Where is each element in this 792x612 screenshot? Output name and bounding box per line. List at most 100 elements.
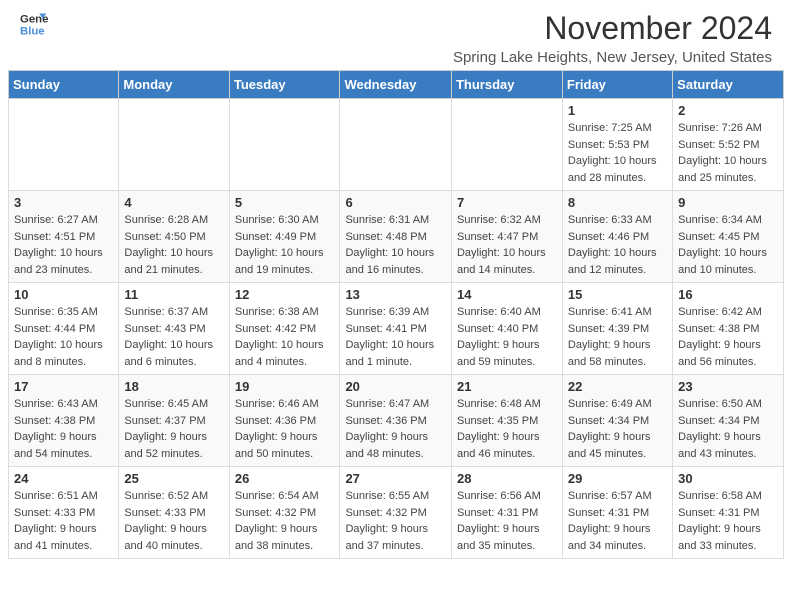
- day-info: Sunrise: 6:33 AM Sunset: 4:46 PM Dayligh…: [568, 212, 667, 278]
- day-info: Sunrise: 6:28 AM Sunset: 4:50 PM Dayligh…: [124, 212, 223, 278]
- column-header-friday: Friday: [562, 71, 672, 99]
- calendar-cell: 21Sunrise: 6:48 AM Sunset: 4:35 PM Dayli…: [451, 375, 562, 467]
- main-title: November 2024: [453, 10, 772, 47]
- day-info: Sunrise: 6:51 AM Sunset: 4:33 PM Dayligh…: [14, 488, 113, 554]
- logo: General Blue: [20, 10, 48, 38]
- calendar-cell: 2Sunrise: 7:26 AM Sunset: 5:52 PM Daylig…: [673, 99, 784, 191]
- day-info: Sunrise: 6:40 AM Sunset: 4:40 PM Dayligh…: [457, 304, 557, 370]
- day-number: 17: [14, 379, 113, 394]
- calendar-cell: 9 Sunrise: 6:34 AM Sunset: 4:45 PM Daylig…: [673, 191, 784, 283]
- calendar-cell: 27 Sunrise: 6:55 AM Sunset: 4:32 PM Dayli…: [340, 467, 452, 559]
- calendar-cell: 13 Sunrise: 6:39 AM Sunset: 4:41 PM Dayli…: [340, 283, 452, 375]
- calendar-cell: 20 Sunrise: 6:47 AM Sunset: 4:36 PM Dayli…: [340, 375, 452, 467]
- calendar-cell: 24 Sunrise: 6:51 AM Sunset: 4:33 PM Dayli…: [9, 467, 119, 559]
- title-block: November 2024 Spring Lake Heights, New J…: [453, 10, 772, 66]
- column-header-saturday: Saturday: [673, 71, 784, 99]
- day-number: 29: [568, 471, 667, 486]
- day-number: 21: [457, 379, 557, 394]
- calendar-week-2: 3Sunrise: 6:27 AM Sunset: 4:51 PM Daylig…: [9, 191, 784, 283]
- day-info: Sunrise: 6:56 AM Sunset: 4:31 PM Dayligh…: [457, 488, 557, 554]
- day-number: 25: [124, 471, 223, 486]
- calendar-cell: 25 Sunrise: 6:52 AM Sunset: 4:33 PM Dayli…: [119, 467, 229, 559]
- calendar-cell: 3Sunrise: 6:27 AM Sunset: 4:51 PM Daylig…: [9, 191, 119, 283]
- day-info: Sunrise: 6:32 AM Sunset: 4:47 PM Dayligh…: [457, 212, 557, 278]
- day-number: 15: [568, 287, 667, 302]
- day-number: 24: [14, 471, 113, 486]
- day-number: 13: [345, 287, 446, 302]
- calendar-container: SundayMondayTuesdayWednesdayThursdayFrid…: [0, 70, 792, 567]
- day-number: 14: [457, 287, 557, 302]
- day-number: 30: [678, 471, 778, 486]
- calendar-cell: 6Sunrise: 6:31 AM Sunset: 4:48 PM Daylig…: [340, 191, 452, 283]
- day-info: Sunrise: 6:45 AM Sunset: 4:37 PM Dayligh…: [124, 396, 223, 462]
- day-info: Sunrise: 6:39 AM Sunset: 4:41 PM Dayligh…: [345, 304, 446, 370]
- day-number: 28: [457, 471, 557, 486]
- day-number: 9: [678, 195, 778, 210]
- column-header-monday: Monday: [119, 71, 229, 99]
- calendar-week-4: 17 Sunrise: 6:43 AM Sunset: 4:38 PM Dayli…: [9, 375, 784, 467]
- day-info: Sunrise: 6:42 AM Sunset: 4:38 PM Dayligh…: [678, 304, 778, 370]
- calendar-week-1: 1 Sunrise: 7:25 AM Sunset: 5:53 PM Daylig…: [9, 99, 784, 191]
- day-info: Sunrise: 6:57 AM Sunset: 4:31 PM Dayligh…: [568, 488, 667, 554]
- calendar-cell: 16 Sunrise: 6:42 AM Sunset: 4:38 PM Dayli…: [673, 283, 784, 375]
- day-info: Sunrise: 6:41 AM Sunset: 4:39 PM Dayligh…: [568, 304, 667, 370]
- day-number: 3: [14, 195, 113, 210]
- calendar-cell: 14 Sunrise: 6:40 AM Sunset: 4:40 PM Dayli…: [451, 283, 562, 375]
- day-info: Sunrise: 6:34 AM Sunset: 4:45 PM Dayligh…: [678, 212, 778, 278]
- day-number: 4: [124, 195, 223, 210]
- calendar-cell: 30Sunrise: 6:58 AM Sunset: 4:31 PM Dayli…: [673, 467, 784, 559]
- page-header: General Blue November 2024 Spring Lake H…: [0, 0, 792, 70]
- day-info: Sunrise: 7:25 AM Sunset: 5:53 PM Dayligh…: [568, 120, 667, 186]
- day-info: Sunrise: 6:55 AM Sunset: 4:32 PM Dayligh…: [345, 488, 446, 554]
- day-info: Sunrise: 6:38 AM Sunset: 4:42 PM Dayligh…: [235, 304, 335, 370]
- calendar-cell: 10Sunrise: 6:35 AM Sunset: 4:44 PM Dayli…: [9, 283, 119, 375]
- calendar-cell: 22Sunrise: 6:49 AM Sunset: 4:34 PM Dayli…: [562, 375, 672, 467]
- day-info: Sunrise: 6:43 AM Sunset: 4:38 PM Dayligh…: [14, 396, 113, 462]
- calendar-cell: [229, 99, 340, 191]
- day-number: 20: [345, 379, 446, 394]
- day-info: Sunrise: 6:30 AM Sunset: 4:49 PM Dayligh…: [235, 212, 335, 278]
- day-number: 22: [568, 379, 667, 394]
- day-number: 23: [678, 379, 778, 394]
- logo-icon: General Blue: [20, 10, 48, 38]
- column-header-tuesday: Tuesday: [229, 71, 340, 99]
- calendar-header-row: SundayMondayTuesdayWednesdayThursdayFrid…: [9, 71, 784, 99]
- svg-text:Blue: Blue: [20, 26, 45, 38]
- day-number: 7: [457, 195, 557, 210]
- subtitle: Spring Lake Heights, New Jersey, United …: [453, 49, 772, 66]
- column-header-sunday: Sunday: [9, 71, 119, 99]
- calendar-cell: 15 Sunrise: 6:41 AM Sunset: 4:39 PM Dayli…: [562, 283, 672, 375]
- day-info: Sunrise: 6:46 AM Sunset: 4:36 PM Dayligh…: [235, 396, 335, 462]
- day-info: Sunrise: 6:31 AM Sunset: 4:48 PM Dayligh…: [345, 212, 446, 278]
- calendar-cell: 7 Sunrise: 6:32 AM Sunset: 4:47 PM Daylig…: [451, 191, 562, 283]
- calendar-week-3: 10Sunrise: 6:35 AM Sunset: 4:44 PM Dayli…: [9, 283, 784, 375]
- calendar-cell: 4 Sunrise: 6:28 AM Sunset: 4:50 PM Daylig…: [119, 191, 229, 283]
- calendar-week-5: 24 Sunrise: 6:51 AM Sunset: 4:33 PM Dayli…: [9, 467, 784, 559]
- day-info: Sunrise: 6:54 AM Sunset: 4:32 PM Dayligh…: [235, 488, 335, 554]
- calendar-cell: 17 Sunrise: 6:43 AM Sunset: 4:38 PM Dayli…: [9, 375, 119, 467]
- calendar-cell: 19 Sunrise: 6:46 AM Sunset: 4:36 PM Dayli…: [229, 375, 340, 467]
- day-number: 8: [568, 195, 667, 210]
- column-header-wednesday: Wednesday: [340, 71, 452, 99]
- day-number: 5: [235, 195, 335, 210]
- calendar-cell: 8 Sunrise: 6:33 AM Sunset: 4:46 PM Daylig…: [562, 191, 672, 283]
- day-number: 2: [678, 103, 778, 118]
- day-info: Sunrise: 6:50 AM Sunset: 4:34 PM Dayligh…: [678, 396, 778, 462]
- calendar-cell: [119, 99, 229, 191]
- calendar-cell: 28 Sunrise: 6:56 AM Sunset: 4:31 PM Dayli…: [451, 467, 562, 559]
- day-number: 12: [235, 287, 335, 302]
- day-info: Sunrise: 6:47 AM Sunset: 4:36 PM Dayligh…: [345, 396, 446, 462]
- calendar-table: SundayMondayTuesdayWednesdayThursdayFrid…: [8, 70, 784, 559]
- day-number: 26: [235, 471, 335, 486]
- day-number: 16: [678, 287, 778, 302]
- day-info: Sunrise: 6:52 AM Sunset: 4:33 PM Dayligh…: [124, 488, 223, 554]
- day-info: Sunrise: 6:37 AM Sunset: 4:43 PM Dayligh…: [124, 304, 223, 370]
- day-number: 1: [568, 103, 667, 118]
- calendar-cell: 23 Sunrise: 6:50 AM Sunset: 4:34 PM Dayli…: [673, 375, 784, 467]
- calendar-cell: 29 Sunrise: 6:57 AM Sunset: 4:31 PM Dayli…: [562, 467, 672, 559]
- column-header-thursday: Thursday: [451, 71, 562, 99]
- day-number: 19: [235, 379, 335, 394]
- day-number: 27: [345, 471, 446, 486]
- calendar-cell: 26 Sunrise: 6:54 AM Sunset: 4:32 PM Dayli…: [229, 467, 340, 559]
- calendar-cell: 5 Sunrise: 6:30 AM Sunset: 4:49 PM Daylig…: [229, 191, 340, 283]
